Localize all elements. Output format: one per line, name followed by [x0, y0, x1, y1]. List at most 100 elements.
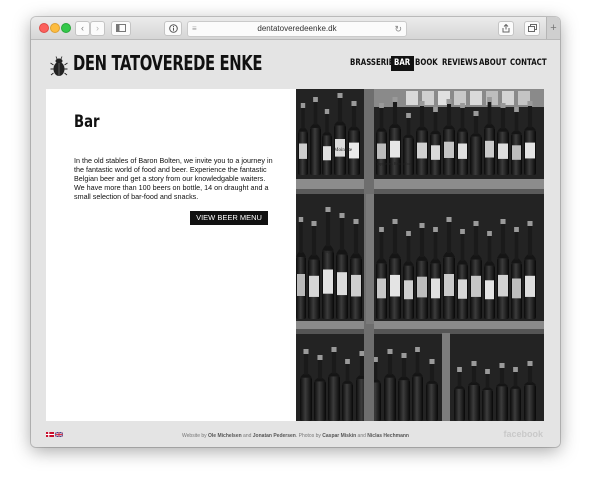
- bottle-shape: [415, 349, 420, 374]
- bottle-shape: [314, 381, 326, 421]
- bottle-shape: [392, 219, 398, 224]
- bottle-shape: [433, 109, 438, 132]
- bottle-shape: [337, 93, 343, 98]
- bottle-shape: [500, 105, 506, 129]
- tabs-button[interactable]: [524, 21, 540, 36]
- bottle-label-shape: [351, 274, 361, 297]
- bottle-shape: [311, 223, 317, 256]
- bottle-shape: [412, 376, 423, 421]
- bottle-shape: [324, 109, 330, 114]
- view-beer-menu-button[interactable]: VIEW BEER MENU: [190, 211, 268, 225]
- bottle-shape: [446, 219, 452, 253]
- bottle-shape: [473, 223, 479, 256]
- bottle-shape: [433, 227, 438, 232]
- nav-reviews[interactable]: REVIEWS: [442, 56, 478, 71]
- bottle-shape: [339, 213, 345, 218]
- share-button[interactable]: [498, 21, 514, 36]
- bottle-shape: [301, 105, 305, 129]
- credit-name[interactable]: Niclas Hechmann: [367, 433, 409, 439]
- zoom-window-button[interactable]: [61, 23, 71, 33]
- sidebar-button[interactable]: [111, 21, 131, 36]
- bottle-shape: [514, 109, 519, 132]
- bottle-shape: [401, 353, 407, 358]
- bottle-label-shape: [404, 280, 413, 300]
- bottle-shape: [398, 380, 410, 421]
- bottle-shape: [468, 385, 480, 421]
- bottle-shape: [325, 111, 329, 133]
- bottle-label-shape: [498, 143, 508, 159]
- credit-name[interactable]: Caspar Miskin: [322, 433, 356, 439]
- bottle-shape: [527, 223, 533, 256]
- nav-contact[interactable]: CONTACT: [510, 56, 547, 71]
- bottle-label-shape: [444, 141, 454, 158]
- forward-button[interactable]: ›: [90, 21, 105, 36]
- bottle-shape: [310, 127, 321, 175]
- bottle-shape: [311, 221, 317, 226]
- bottle-shape: [401, 355, 407, 378]
- sidebar-icon: [116, 24, 126, 32]
- beer-shelf-image: Moinette Trappistes Rochefort Tripel: [296, 89, 544, 421]
- bottle-shape: [353, 221, 359, 255]
- bottle-label-shape: [458, 279, 467, 299]
- bottle-shape: [527, 103, 533, 128]
- bottle-label-shape: [323, 269, 333, 294]
- facebook-link[interactable]: facebook: [503, 429, 543, 439]
- nav-about[interactable]: ABOUT: [479, 56, 506, 71]
- bottle-shape: [303, 349, 309, 354]
- privacy-button[interactable]: [164, 21, 182, 36]
- reload-icon[interactable]: ↻: [394, 22, 402, 36]
- credit-name[interactable]: Jonatan Pedersen: [253, 433, 296, 439]
- bottle-shape: [419, 103, 425, 128]
- bottle-shape: [527, 101, 533, 106]
- nav-bar[interactable]: BAR: [391, 56, 414, 71]
- bottle-shape: [446, 217, 452, 222]
- bottle-shape: [373, 359, 378, 381]
- bottle-shape: [473, 113, 479, 135]
- bottle-shape: [457, 367, 462, 372]
- address-bar[interactable]: ≡ dentatoveredeenke.dk ↻: [187, 21, 407, 37]
- bottle-label-shape: [417, 142, 427, 159]
- footer-credits: Website by Ole Michelsen and Jonatan Ped…: [31, 433, 560, 439]
- bottle-shape: [524, 385, 536, 421]
- bottle-shape: [406, 113, 411, 118]
- bottle-shape: [419, 225, 425, 257]
- credit-name[interactable]: Ole Michelsen: [208, 433, 242, 439]
- bottle-shape: [406, 231, 411, 236]
- bottle-shape: [379, 229, 384, 260]
- close-window-button[interactable]: [39, 23, 49, 33]
- bottle-label-shape: [309, 275, 319, 297]
- bottle-shape: [429, 361, 435, 382]
- bottle-label-shape: [390, 274, 400, 297]
- tabs-icon: [527, 24, 537, 32]
- bottle-shape: [460, 105, 465, 129]
- bottle-label-shape: [471, 275, 481, 297]
- bottle-shape: [337, 95, 343, 123]
- new-tab-button[interactable]: +: [546, 17, 560, 39]
- url-text: dentatoveredeenke.dk: [257, 24, 337, 33]
- bottle-label-moinette: Moinette: [334, 148, 353, 153]
- back-button[interactable]: ‹: [75, 21, 90, 36]
- bottle-shape: [426, 383, 438, 421]
- bottle-label-shape: [417, 276, 427, 298]
- bottle-shape: [392, 99, 398, 125]
- bottle-label-shape: [431, 278, 440, 299]
- bar-description: In the old stables of Baron Bolten, we i…: [74, 156, 273, 201]
- nav-book[interactable]: BOOK: [415, 56, 438, 71]
- credit-text: and: [241, 433, 253, 439]
- site-brand[interactable]: DEN TATOVEREDE ENKE: [73, 51, 262, 75]
- bottle-label-shape: [485, 140, 494, 158]
- bottle-label-shape: [444, 274, 454, 296]
- bottle-shape: [473, 111, 479, 116]
- bottle-shape: [454, 388, 465, 421]
- nav-brasserie[interactable]: BRASSERIE: [350, 56, 394, 71]
- beetle-logo-icon[interactable]: [50, 56, 68, 77]
- bottle-label-shape: [323, 146, 331, 161]
- bottle-shape: [331, 349, 337, 374]
- bottle-shape: [317, 355, 323, 360]
- bottle-shape: [415, 347, 420, 352]
- minimize-window-button[interactable]: [50, 23, 60, 33]
- bottle-shape: [325, 207, 331, 212]
- bottle-label-shape: [512, 278, 521, 299]
- bottle-shape: [514, 227, 519, 232]
- bottle-label-shape: [498, 274, 508, 297]
